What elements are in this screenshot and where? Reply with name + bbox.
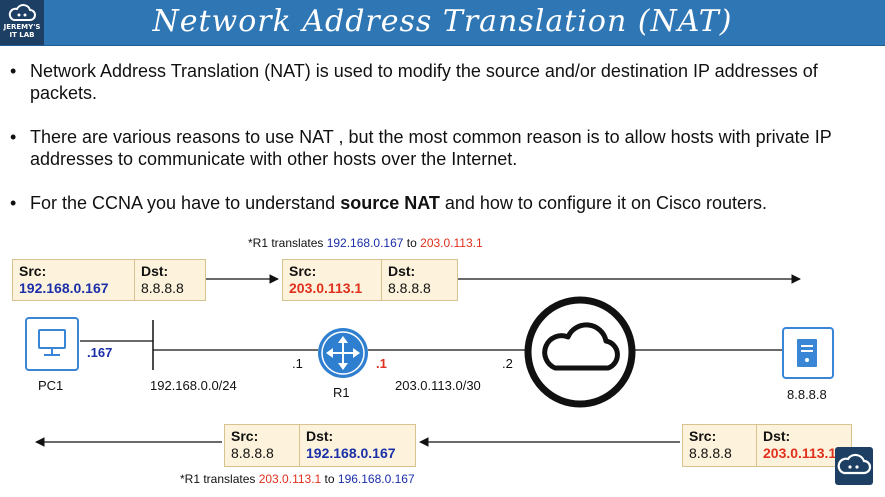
note-to-address: 203.0.113.1: [420, 236, 483, 250]
packet-dst-key: Dst:: [141, 263, 169, 279]
note-mid: to: [321, 472, 338, 486]
packet-out-dst: Dst: 8.8.8.8: [134, 259, 206, 301]
cloud-watermark-icon: [837, 453, 872, 475]
packet-src-key: Src:: [289, 263, 317, 279]
packet-out-translated-dst: Dst: 8.8.8.8: [381, 259, 458, 301]
server-icon: [782, 327, 834, 379]
r1-outside-interface-label: .1: [376, 356, 387, 371]
packet-in-src: Src: 8.8.8.8: [682, 424, 757, 467]
r1-inside-interface-label: .1: [292, 356, 303, 371]
pc-icon: [25, 317, 79, 371]
pc1-label: PC1: [38, 378, 64, 393]
lan-subnet-label: 192.168.0.0/24: [150, 378, 237, 393]
packet-dst-value: 8.8.8.8: [141, 280, 184, 296]
packet-src-value: 8.8.8.8: [231, 445, 274, 461]
isp-interface-label: .2: [502, 356, 513, 371]
packet-dst-value: 8.8.8.8: [388, 280, 431, 296]
packet-dst-value: 192.168.0.167: [306, 445, 396, 461]
packet-src-value: 8.8.8.8: [689, 445, 732, 461]
note-from-address: 203.0.113.1: [258, 472, 322, 486]
bottom-translation-note: *R1 translates 203.0.113.1 to 196.168.0.…: [180, 472, 415, 486]
note-prefix: *R1 translates: [248, 236, 327, 250]
packet-in-translated-src: Src: 8.8.8.8: [224, 424, 300, 467]
r1-label: R1: [333, 385, 350, 400]
packet-src-key: Src:: [689, 428, 717, 444]
packet-out-src: Src: 192.168.0.167: [12, 259, 135, 301]
packet-src-value: 203.0.113.1: [289, 280, 363, 296]
wan-subnet-label: 203.0.113.0/30: [395, 378, 481, 393]
note-to-address: 196.168.0.167: [337, 472, 415, 486]
router-icon: [318, 328, 368, 378]
top-translation-note: *R1 translates 192.168.0.167 to 203.0.11…: [248, 236, 483, 250]
packet-dst-key: Dst:: [763, 428, 791, 444]
packet-dst-value: 203.0.113.1: [763, 445, 837, 461]
packet-dst-key: Dst:: [306, 428, 334, 444]
packet-dst-key: Dst:: [388, 263, 416, 279]
packet-src-key: Src:: [19, 263, 47, 279]
packet-out-translated-src: Src: 203.0.113.1: [282, 259, 382, 301]
note-prefix: *R1 translates: [180, 472, 259, 486]
pc1-host-label: .167: [87, 345, 113, 360]
note-from-address: 192.168.0.167: [326, 236, 404, 250]
packet-src-value: 192.168.0.167: [19, 280, 109, 296]
server-label: 8.8.8.8: [787, 387, 827, 402]
packet-in-translated-dst: Dst: 192.168.0.167: [299, 424, 416, 467]
note-mid: to: [403, 236, 421, 250]
internet-cloud-icon: [524, 296, 636, 408]
packet-src-key: Src:: [231, 428, 259, 444]
watermark-logo: [835, 447, 873, 485]
